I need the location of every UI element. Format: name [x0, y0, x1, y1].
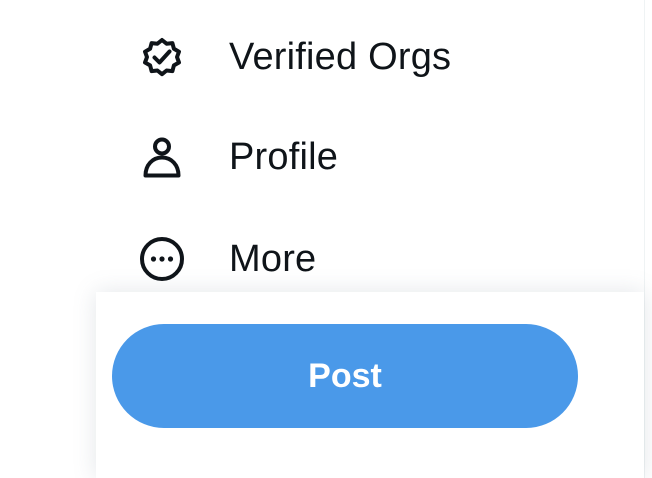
nav-item-verified-orgs[interactable]: Verified Orgs — [128, 22, 508, 92]
person-icon — [138, 133, 186, 181]
nav-item-label: Profile — [229, 136, 339, 178]
verified-badge-icon — [138, 33, 186, 81]
app-page: Verified Orgs Profile More Post — [0, 0, 652, 478]
sidebar-divider — [644, 0, 645, 478]
nav-item-profile[interactable]: Profile — [128, 122, 508, 192]
nav-item-more[interactable]: More — [128, 224, 508, 294]
nav-item-label: Verified Orgs — [229, 36, 452, 78]
nav-item-label: More — [229, 238, 317, 280]
post-button[interactable]: Post — [112, 324, 578, 428]
more-circle-icon — [138, 235, 186, 283]
